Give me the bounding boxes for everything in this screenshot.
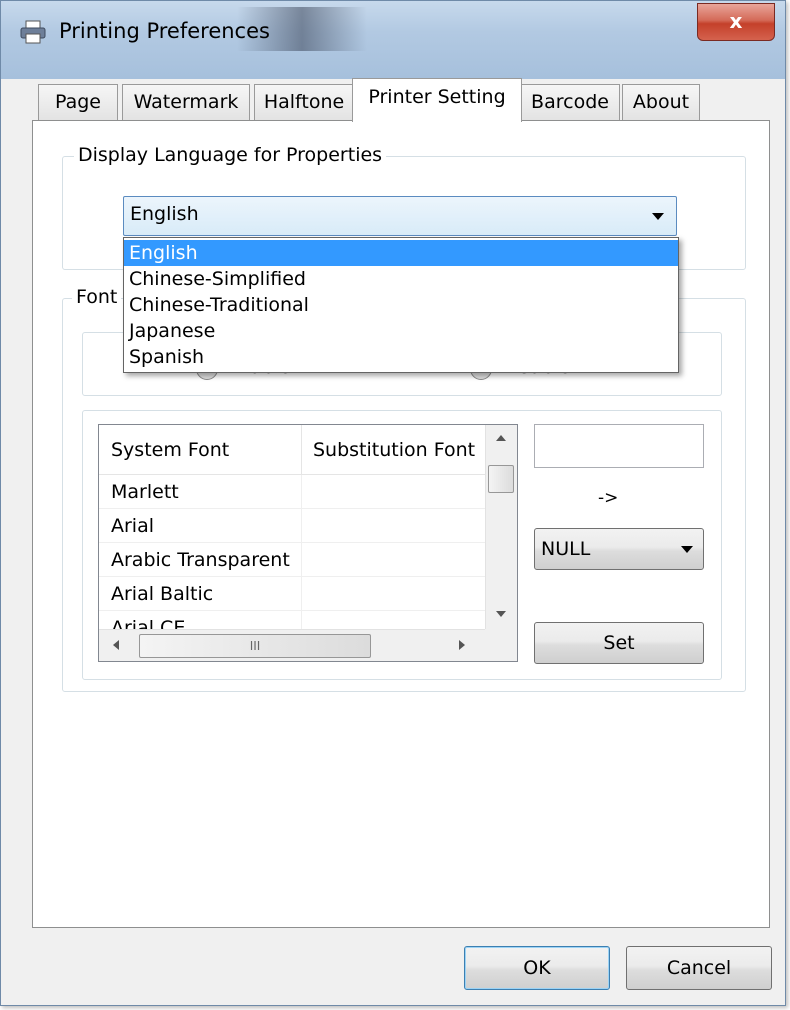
tab-printer-setting[interactable]: Printer Setting (352, 78, 522, 122)
table-row[interactable]: Arial Baltic (99, 577, 485, 611)
chevron-down-icon (652, 213, 664, 220)
column-system-font[interactable]: System Font (111, 439, 229, 461)
font-group-label: Font (72, 286, 122, 308)
table-row[interactable]: Marlett (99, 475, 485, 509)
substitution-font-select[interactable]: NULL (534, 528, 704, 570)
chevron-down-icon (681, 546, 693, 553)
scroll-corner (485, 629, 517, 661)
column-divider (301, 425, 302, 475)
table-row[interactable]: Arial (99, 509, 485, 543)
cancel-button[interactable]: Cancel (626, 946, 772, 990)
scroll-right-icon[interactable] (459, 640, 465, 650)
display-language-select[interactable]: English (123, 196, 677, 236)
substitution-font-input[interactable] (534, 424, 704, 468)
scroll-down-icon[interactable] (496, 611, 506, 617)
scroll-up-icon[interactable] (496, 435, 506, 441)
display-language-group-label: Display Language for Properties (74, 144, 387, 166)
cell-divider (301, 543, 302, 577)
system-font-cell: Marlett (111, 481, 179, 503)
display-language-dropdown[interactable]: English Chinese-Simplified Chinese-Tradi… (123, 237, 679, 373)
cell-divider (301, 509, 302, 543)
window-title: Printing Preferences (59, 19, 270, 43)
dropdown-option-english[interactable]: English (124, 240, 678, 266)
scroll-grip-icon: III (249, 639, 261, 653)
cell-divider (301, 475, 302, 509)
printer-icon (20, 20, 46, 44)
horizontal-scrollbar[interactable]: III (99, 629, 485, 661)
dropdown-option-chinese-traditional[interactable]: Chinese-Traditional (124, 292, 678, 318)
title-bar[interactable]: Printing Preferences x (1, 1, 785, 79)
tab-barcode[interactable]: Barcode (520, 84, 620, 120)
system-font-cell: Arabic Transparent (111, 549, 290, 571)
tab-page[interactable]: Page (38, 84, 118, 120)
close-icon: x (729, 9, 743, 33)
font-substitution-table[interactable]: System Font Substitution Font Marlett Ar… (98, 424, 518, 662)
table-row[interactable]: Arabic Transparent (99, 543, 485, 577)
system-font-cell: Arial (111, 515, 155, 537)
substitution-arrow-label: -> (598, 488, 619, 508)
display-language-value: English (130, 203, 199, 225)
dropdown-option-chinese-simplified[interactable]: Chinese-Simplified (124, 266, 678, 292)
tab-watermark[interactable]: Watermark (122, 84, 250, 120)
dropdown-option-japanese[interactable]: Japanese (124, 318, 678, 344)
set-button[interactable]: Set (534, 622, 704, 664)
close-button[interactable]: x (697, 3, 775, 41)
system-font-cell: Arial Baltic (111, 583, 214, 605)
ok-button[interactable]: OK (464, 946, 610, 990)
table-header: System Font Substitution Font (99, 425, 485, 475)
vertical-scrollbar[interactable] (485, 425, 517, 629)
scroll-left-icon[interactable] (113, 640, 119, 650)
tab-halftone[interactable]: Halftone (254, 84, 354, 120)
horizontal-scroll-thumb[interactable]: III (139, 634, 371, 658)
column-substitution-font[interactable]: Substitution Font (313, 439, 475, 461)
cell-divider (301, 577, 302, 611)
vertical-scroll-thumb[interactable] (488, 465, 514, 493)
tab-about[interactable]: About (622, 84, 700, 120)
substitution-font-select-value: NULL (541, 538, 591, 560)
dropdown-option-spanish[interactable]: Spanish (124, 344, 678, 370)
